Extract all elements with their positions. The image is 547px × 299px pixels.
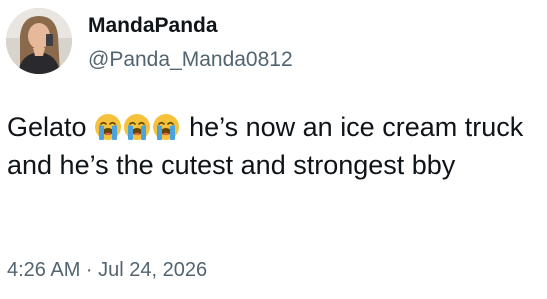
tweet-card: MandaPanda @Panda_Manda0812 Gelato he’s … — [0, 0, 547, 299]
loudly-crying-face-icon — [152, 113, 180, 141]
loudly-crying-face-icon — [123, 113, 151, 141]
tweet-text: Gelato he’s now an ice cream truck and h… — [7, 108, 543, 184]
tweet-text-before-emoji: Gelato — [7, 112, 87, 142]
tweet-timestamp[interactable]: 4:26 AM · Jul 24, 2026 — [7, 259, 207, 282]
author-handle[interactable]: @Panda_Manda0812 — [88, 48, 293, 72]
author-display-name[interactable]: MandaPanda — [88, 14, 218, 38]
loudly-crying-face-icon — [94, 113, 122, 141]
profile-photo-icon — [6, 8, 72, 74]
emoji-group — [94, 112, 181, 142]
avatar[interactable] — [6, 8, 72, 74]
